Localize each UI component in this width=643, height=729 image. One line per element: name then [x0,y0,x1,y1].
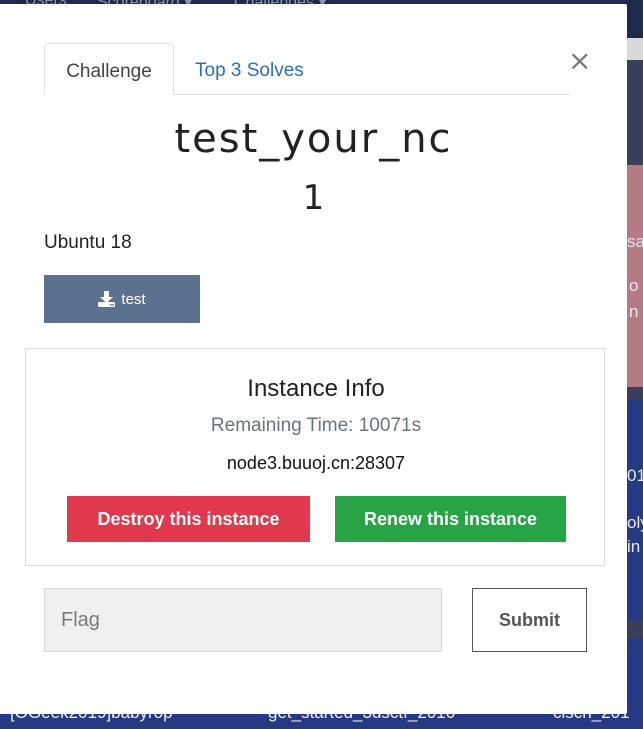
background-card-text: in [627,537,641,556]
background-card-text: o [629,276,639,295]
destroy-instance-button[interactable]: Destroy this instance [67,496,310,542]
instance-title: Instance Info [247,375,385,402]
challenge-modal: × Challenge Top 3 Solves test_your_nc 1 … [0,4,627,714]
background-card-text: 01 [627,466,643,485]
challenge-value: 1 [302,178,325,218]
download-file-label: test [121,290,146,308]
challenge-name: test_your_nc [174,116,453,162]
background-card-text: n [629,302,639,321]
close-icon[interactable]: × [568,47,591,75]
download-file-button[interactable]: test [44,275,200,323]
tab-top-solves[interactable]: Top 3 Solves [175,43,324,93]
modal-tabs: Challenge Top 3 Solves [44,43,570,95]
challenge-description: Ubuntu 18 [44,232,132,253]
instance-remaining-time: Remaining Time: 10071s [210,415,422,436]
submit-button[interactable]: Submit [472,588,587,652]
renew-instance-button[interactable]: Renew this instance [335,496,566,542]
instance-host: node3.buuoj.cn:28307 [226,453,406,473]
background-card-text: sa [627,232,643,251]
tab-challenge[interactable]: Challenge [44,43,174,95]
instance-info-panel: Instance Info Remaining Time: 10071s nod… [25,348,605,566]
flag-input[interactable] [44,588,442,652]
background-card-text: oly [627,513,643,532]
download-icon [98,291,116,307]
